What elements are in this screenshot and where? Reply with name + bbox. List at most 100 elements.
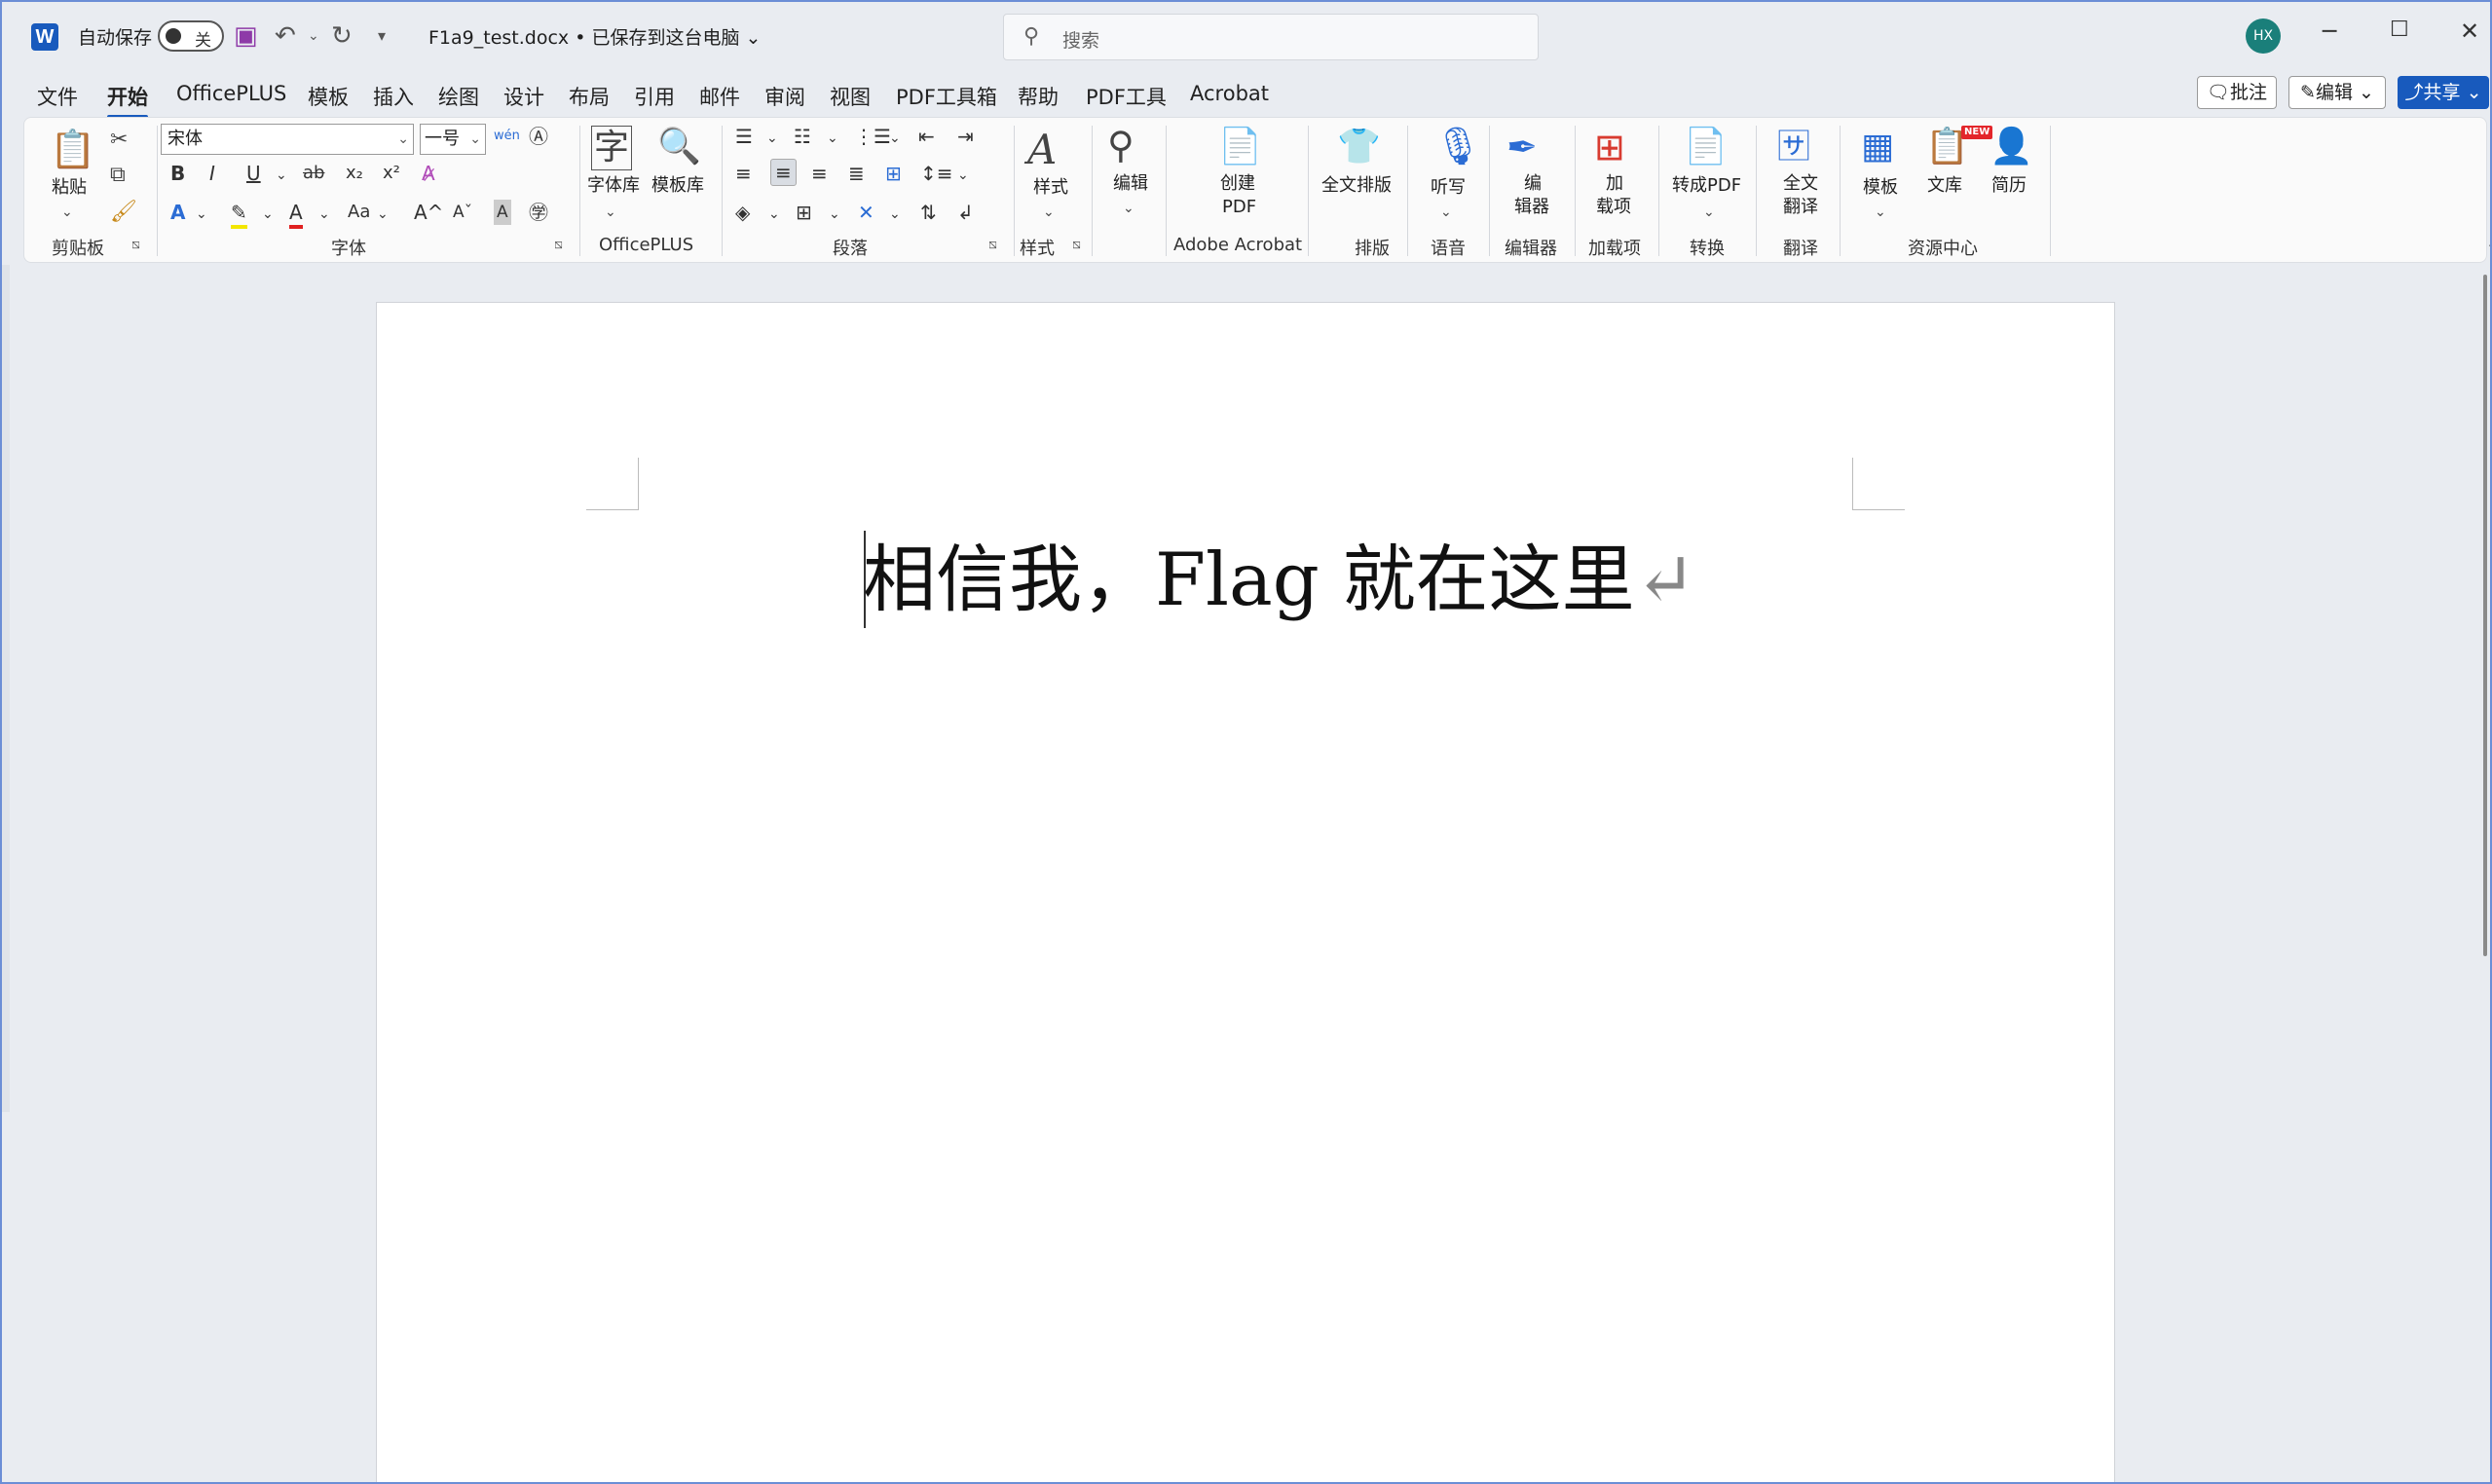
- multilevel-dropdown-icon[interactable]: ⌄: [889, 126, 901, 151]
- full-text-layout-label[interactable]: 全文排版: [1321, 174, 1392, 197]
- redo-icon[interactable]: ↻: [331, 19, 353, 53]
- tab-references[interactable]: 引用: [634, 82, 675, 111]
- close-icon[interactable]: ✕: [2460, 18, 2479, 45]
- template-library-label[interactable]: 模板库: [651, 174, 704, 197]
- bullets-icon[interactable]: ☰: [735, 124, 753, 149]
- collapse-ribbon-icon[interactable]: ⌄: [2485, 231, 2492, 254]
- avatar[interactable]: HX: [2246, 19, 2281, 54]
- cut-icon[interactable]: ✂: [110, 126, 128, 155]
- translate-label-line2[interactable]: 翻译: [1783, 196, 1818, 218]
- font-launcher-icon[interactable]: ⧅: [554, 237, 563, 252]
- multilevel-list-icon[interactable]: ⋮☰: [854, 124, 891, 149]
- phonetic-guide-icon[interactable]: wén: [494, 124, 520, 149]
- styles-dropdown-icon[interactable]: ⌄: [1043, 198, 1055, 227]
- create-pdf-label-line1[interactable]: 创建: [1220, 172, 1255, 195]
- show-marks-icon[interactable]: ↲: [957, 200, 974, 225]
- shrink-font-icon[interactable]: Aˇ: [453, 200, 472, 225]
- shading-icon[interactable]: ◈: [735, 200, 750, 225]
- addins-label-line1[interactable]: 加: [1606, 172, 1623, 195]
- convert-pdf-dropdown-icon[interactable]: ⌄: [1703, 198, 1715, 227]
- tab-review[interactable]: 审阅: [764, 82, 805, 111]
- tab-templates[interactable]: 模板: [308, 82, 349, 111]
- tab-officeplus[interactable]: OfficePLUS: [176, 82, 286, 105]
- align-right-icon[interactable]: ≡: [811, 161, 828, 186]
- borders-icon[interactable]: ⊞: [796, 200, 812, 225]
- font-name-combo[interactable]: 宋体 ⌄: [161, 124, 414, 155]
- copy-icon[interactable]: ⧉: [110, 161, 126, 190]
- tab-help[interactable]: 帮助: [1018, 82, 1059, 111]
- minimize-icon[interactable]: ─: [2323, 18, 2336, 45]
- superscript-icon[interactable]: x²: [383, 161, 400, 186]
- grow-font-icon[interactable]: A^: [414, 200, 443, 225]
- line-spacing-dropdown-icon[interactable]: ⌄: [957, 163, 969, 188]
- font-size-combo[interactable]: 一号 ⌄: [420, 124, 486, 155]
- addins-label-line2[interactable]: 载项: [1596, 196, 1631, 218]
- autosave-toggle[interactable]: 关: [158, 20, 224, 52]
- maximize-icon[interactable]: ☐: [2390, 18, 2409, 42]
- customize-qat-icon[interactable]: ▾: [378, 19, 386, 53]
- distributed-icon[interactable]: ⊞: [885, 161, 902, 186]
- tab-pdf-tools[interactable]: PDF工具: [1086, 82, 1167, 111]
- strikethrough-icon[interactable]: ab: [303, 161, 324, 186]
- justify-icon[interactable]: ≣: [848, 161, 865, 186]
- tab-home[interactable]: 开始: [107, 82, 148, 119]
- tab-file[interactable]: 文件: [37, 82, 78, 111]
- bullets-dropdown-icon[interactable]: ⌄: [766, 126, 778, 151]
- template-label[interactable]: 模板: [1863, 176, 1898, 199]
- editing-mode-button[interactable]: ✎编辑 ⌄: [2288, 76, 2386, 109]
- chinese-layout-dropdown-icon[interactable]: ⌄: [889, 202, 901, 227]
- template-icon[interactable]: ▦: [1861, 126, 1894, 168]
- convert-pdf-icon[interactable]: 📄: [1684, 126, 1728, 168]
- addins-icon[interactable]: ⊞: [1594, 126, 1625, 168]
- change-case-dropdown-icon[interactable]: ⌄: [377, 202, 389, 227]
- decrease-indent-icon[interactable]: ⇤: [918, 124, 935, 149]
- styles-launcher-icon[interactable]: ⧅: [1072, 237, 1081, 252]
- share-button[interactable]: ⤴共享 ⌄: [2398, 76, 2489, 109]
- translate-icon[interactable]: 🈂: [1777, 126, 1810, 168]
- font-library-dropdown-icon[interactable]: ⌄: [605, 198, 616, 227]
- undo-dropdown-icon[interactable]: ⌄: [308, 19, 319, 53]
- dictate-label[interactable]: 听写: [1431, 176, 1466, 199]
- tab-insert[interactable]: 插入: [373, 82, 414, 111]
- subscript-icon[interactable]: x₂: [346, 161, 363, 186]
- create-pdf-label-line2[interactable]: PDF: [1222, 196, 1256, 218]
- numbering-icon[interactable]: ☷: [794, 124, 811, 149]
- full-text-layout-icon[interactable]: 👕: [1337, 126, 1381, 168]
- comment-button[interactable]: 🗨批注: [2197, 76, 2277, 109]
- editor-icon[interactable]: ✒: [1506, 126, 1538, 168]
- text-effects-icon[interactable]: A: [170, 200, 185, 225]
- enclose-characters-icon[interactable]: ㊫: [529, 200, 548, 225]
- tab-mailings[interactable]: 邮件: [699, 82, 740, 111]
- highlight-icon[interactable]: ✎: [231, 200, 247, 229]
- bold-icon[interactable]: B: [170, 161, 185, 186]
- library-label[interactable]: 文库: [1927, 174, 1962, 197]
- font-library-icon[interactable]: 字: [591, 126, 632, 170]
- tab-pdf-toolbox[interactable]: PDF工具箱: [896, 82, 997, 111]
- font-library-label[interactable]: 字体库: [587, 174, 640, 197]
- styles-icon[interactable]: A: [1027, 126, 1057, 174]
- tab-view[interactable]: 视图: [830, 82, 871, 111]
- character-shading-icon[interactable]: A: [494, 200, 511, 225]
- editing-label[interactable]: 编辑: [1113, 172, 1148, 195]
- save-icon[interactable]: ▣: [234, 19, 258, 53]
- chinese-layout-icon[interactable]: ✕: [858, 200, 874, 225]
- tab-acrobat[interactable]: Acrobat: [1190, 82, 1269, 105]
- sort-icon[interactable]: ⇅: [920, 200, 937, 225]
- editing-dropdown-icon[interactable]: ⌄: [1123, 194, 1134, 223]
- search-box[interactable]: ⚲ 搜索: [1003, 14, 1539, 60]
- underline-icon[interactable]: U: [246, 161, 261, 186]
- underline-dropdown-icon[interactable]: ⌄: [276, 163, 287, 188]
- paste-icon[interactable]: 📋: [50, 128, 95, 170]
- paragraph-launcher-icon[interactable]: ⧅: [988, 237, 997, 252]
- document-body-text[interactable]: 相信我，Flag 就在这里↵: [863, 531, 1695, 628]
- paste-label[interactable]: 粘贴: [52, 176, 87, 199]
- character-border-icon[interactable]: Ⓐ: [529, 124, 548, 149]
- italic-icon[interactable]: I: [209, 161, 215, 186]
- document-title[interactable]: F1a9_test.docx • 已保存到这台电脑 ⌄: [428, 23, 761, 50]
- find-icon[interactable]: ⚲: [1107, 124, 1134, 167]
- align-center-icon[interactable]: ≡: [770, 159, 797, 186]
- convert-pdf-label[interactable]: 转成PDF: [1672, 174, 1741, 197]
- font-color-icon[interactable]: A: [289, 200, 303, 229]
- template-library-icon[interactable]: 🔍: [657, 126, 701, 168]
- resume-icon[interactable]: 👤: [1990, 126, 2033, 168]
